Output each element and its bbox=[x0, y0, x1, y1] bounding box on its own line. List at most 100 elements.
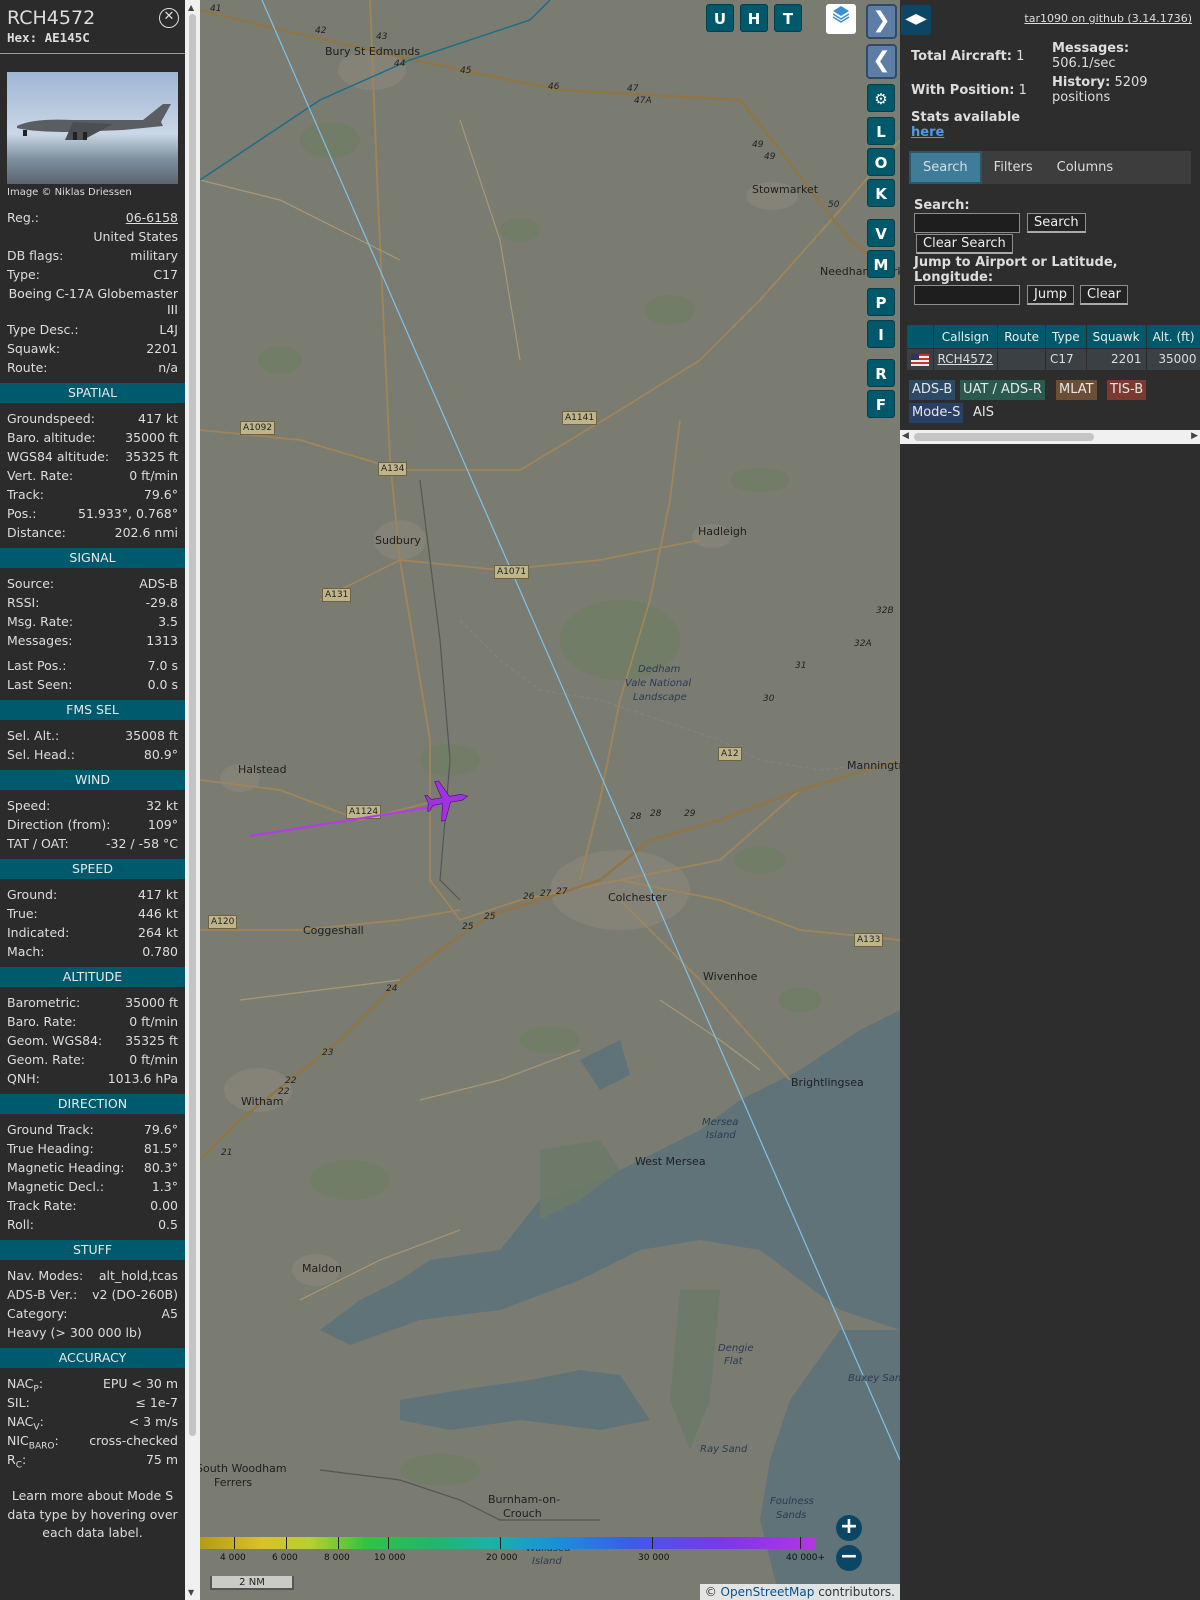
section-header-stuff: STUFF bbox=[0, 1240, 185, 1260]
info-row: Msg. Rate: 3.5 bbox=[0, 612, 185, 631]
map-button-k[interactable]: K bbox=[867, 179, 895, 207]
info-row: Vert. Rate: 0 ft/min bbox=[0, 466, 185, 485]
aircraft-icon[interactable] bbox=[423, 776, 471, 823]
jump-input[interactable] bbox=[914, 285, 1020, 305]
clear-button[interactable]: Clear bbox=[1080, 285, 1128, 305]
column-header[interactable]: Callsign bbox=[932, 324, 999, 349]
jump-button[interactable]: Jump bbox=[1027, 285, 1074, 305]
aircraft-table: CallsignRouteTypeSquawkAlt. (ft)Spd RCH4… bbox=[906, 324, 1200, 370]
github-link[interactable]: tar1090 on github (3.14.1736) bbox=[1024, 12, 1192, 25]
toggle-sidebar-icon[interactable]: ◀▶ bbox=[901, 5, 931, 35]
zoom-in-icon[interactable]: + bbox=[836, 1515, 862, 1541]
scroll-down-icon[interactable]: ▼ bbox=[188, 1588, 194, 1597]
info-value: -32 / -58 °C bbox=[106, 836, 178, 851]
info-label: Track Rate: bbox=[7, 1198, 77, 1213]
with-position-value: 1 bbox=[1018, 83, 1027, 98]
info-label: Mach: bbox=[7, 944, 45, 959]
info-value: -29.8 bbox=[145, 595, 178, 610]
info-label: True Heading: bbox=[7, 1141, 94, 1156]
altitude-tick bbox=[652, 1537, 653, 1549]
info-label: Track: bbox=[7, 487, 44, 502]
info-value: 0.780 bbox=[142, 944, 178, 959]
info-label: Groundspeed: bbox=[7, 411, 95, 426]
clear-search-button[interactable]: Clear Search bbox=[916, 234, 1013, 254]
search-input[interactable] bbox=[914, 213, 1020, 233]
map-button-m[interactable]: M bbox=[867, 250, 895, 278]
search-button[interactable]: Search bbox=[1027, 213, 1086, 233]
info-scrollbar[interactable]: ▲ ▼ bbox=[185, 0, 200, 1600]
scale-bar: 2 NM bbox=[210, 1576, 294, 1590]
registration-link[interactable]: 06-6158 bbox=[126, 208, 178, 227]
scroll-thumb[interactable] bbox=[189, 14, 196, 1436]
column-header[interactable] bbox=[906, 324, 934, 349]
selected-top-rows: Reg.: 06-6158 United States DB flags: milita… bbox=[0, 208, 185, 377]
legend-ais: AIS bbox=[973, 405, 994, 420]
map[interactable]: Bury St Edmunds Stowmarket Needham Mark Had… bbox=[200, 0, 900, 1600]
column-header[interactable]: Alt. (ft) bbox=[1145, 324, 1200, 349]
info-value: 80.9° bbox=[143, 747, 178, 762]
info-row: Heavy (> 300 000 lb) bbox=[0, 1323, 185, 1342]
info-value: military bbox=[130, 248, 178, 263]
scroll-left-icon[interactable]: ◀ bbox=[902, 431, 909, 441]
info-label: Geom. WGS84: bbox=[7, 1033, 103, 1048]
map-button-h[interactable]: H bbox=[740, 4, 768, 32]
info-row: Source: ADS-B bbox=[0, 574, 185, 593]
settings-gear-icon[interactable]: ⚙ bbox=[867, 84, 895, 112]
table-hscrollbar[interactable]: ◀ ▶ bbox=[900, 430, 1200, 444]
map-button-l[interactable]: L bbox=[867, 117, 895, 145]
osm-link[interactable]: OpenStreetMap bbox=[721, 1585, 815, 1599]
column-header[interactable]: Squawk bbox=[1085, 324, 1147, 349]
scroll-up-icon[interactable]: ▲ bbox=[188, 3, 194, 12]
info-value: ≤ 1e-7 bbox=[135, 1395, 178, 1410]
info-row: Route: n/a bbox=[0, 358, 185, 377]
info-label: Geom. Rate: bbox=[7, 1052, 86, 1067]
layers-icon[interactable] bbox=[826, 4, 856, 34]
callsign-link[interactable]: RCH4572 bbox=[938, 352, 994, 366]
table-row[interactable]: RCH4572 C17 2201 35000 bbox=[906, 348, 1200, 370]
info-value: 1013.6 hPa bbox=[107, 1071, 178, 1086]
messages-label: Messages: bbox=[1052, 41, 1130, 56]
hscroll-thumb[interactable] bbox=[914, 433, 1094, 441]
zoom-out-icon[interactable]: − bbox=[836, 1545, 862, 1571]
info-label: Last Pos.: bbox=[7, 658, 67, 673]
info-label: Pos.: bbox=[7, 506, 37, 521]
map-button-t[interactable]: T bbox=[774, 4, 802, 32]
selected-hex: Hex: AE145C bbox=[7, 30, 90, 45]
info-value: 35325 ft bbox=[125, 1033, 178, 1048]
info-label: Squawk: bbox=[7, 341, 61, 356]
scroll-right-icon[interactable]: ▶ bbox=[1191, 431, 1198, 441]
info-value: 446 kt bbox=[138, 906, 178, 921]
info-row: Groundspeed: 417 kt bbox=[0, 409, 185, 428]
info-value: 0 ft/min bbox=[129, 1014, 178, 1029]
info-label: Magnetic Decl.: bbox=[7, 1179, 105, 1194]
map-button-o[interactable]: O bbox=[867, 148, 895, 176]
info-label: Ground Track: bbox=[7, 1122, 94, 1137]
close-icon[interactable]: ✕ bbox=[159, 8, 179, 28]
info-value: 264 kt bbox=[138, 925, 178, 940]
map-button-v[interactable]: V bbox=[867, 219, 895, 247]
tab-search[interactable]: Search bbox=[909, 151, 982, 184]
info-label: ADS-B Ver.: bbox=[7, 1287, 78, 1302]
expand-sidebar-button[interactable]: ❯ bbox=[866, 4, 897, 39]
info-value: L4J bbox=[159, 322, 178, 337]
map-button-r[interactable]: R bbox=[867, 359, 895, 387]
tab-columns[interactable]: Columns bbox=[1045, 151, 1126, 184]
info-label: Type: bbox=[7, 267, 40, 282]
info-value: 32 kt bbox=[145, 798, 178, 813]
column-header[interactable]: Route bbox=[997, 324, 1047, 349]
tab-filters[interactable]: Filters bbox=[982, 151, 1045, 184]
map-button-i[interactable]: I bbox=[867, 320, 895, 348]
info-value: 79.6° bbox=[143, 1122, 178, 1137]
map-button-u[interactable]: U bbox=[706, 4, 734, 32]
map-button-f[interactable]: F bbox=[867, 390, 895, 418]
callsign-cell[interactable]: RCH4572 bbox=[933, 348, 999, 370]
map-button-p[interactable]: P bbox=[867, 288, 895, 316]
column-header[interactable]: Type bbox=[1045, 324, 1087, 349]
info-label: Baro. Rate: bbox=[7, 1014, 77, 1029]
info-label: Source: bbox=[7, 576, 55, 591]
altitude-cell: 35000 bbox=[1146, 348, 1200, 370]
collapse-sidebar-button[interactable]: ❮ bbox=[866, 44, 897, 79]
info-value: United States bbox=[93, 229, 178, 244]
stats-link[interactable]: here bbox=[911, 125, 944, 140]
aircraft-photo[interactable] bbox=[7, 72, 178, 184]
